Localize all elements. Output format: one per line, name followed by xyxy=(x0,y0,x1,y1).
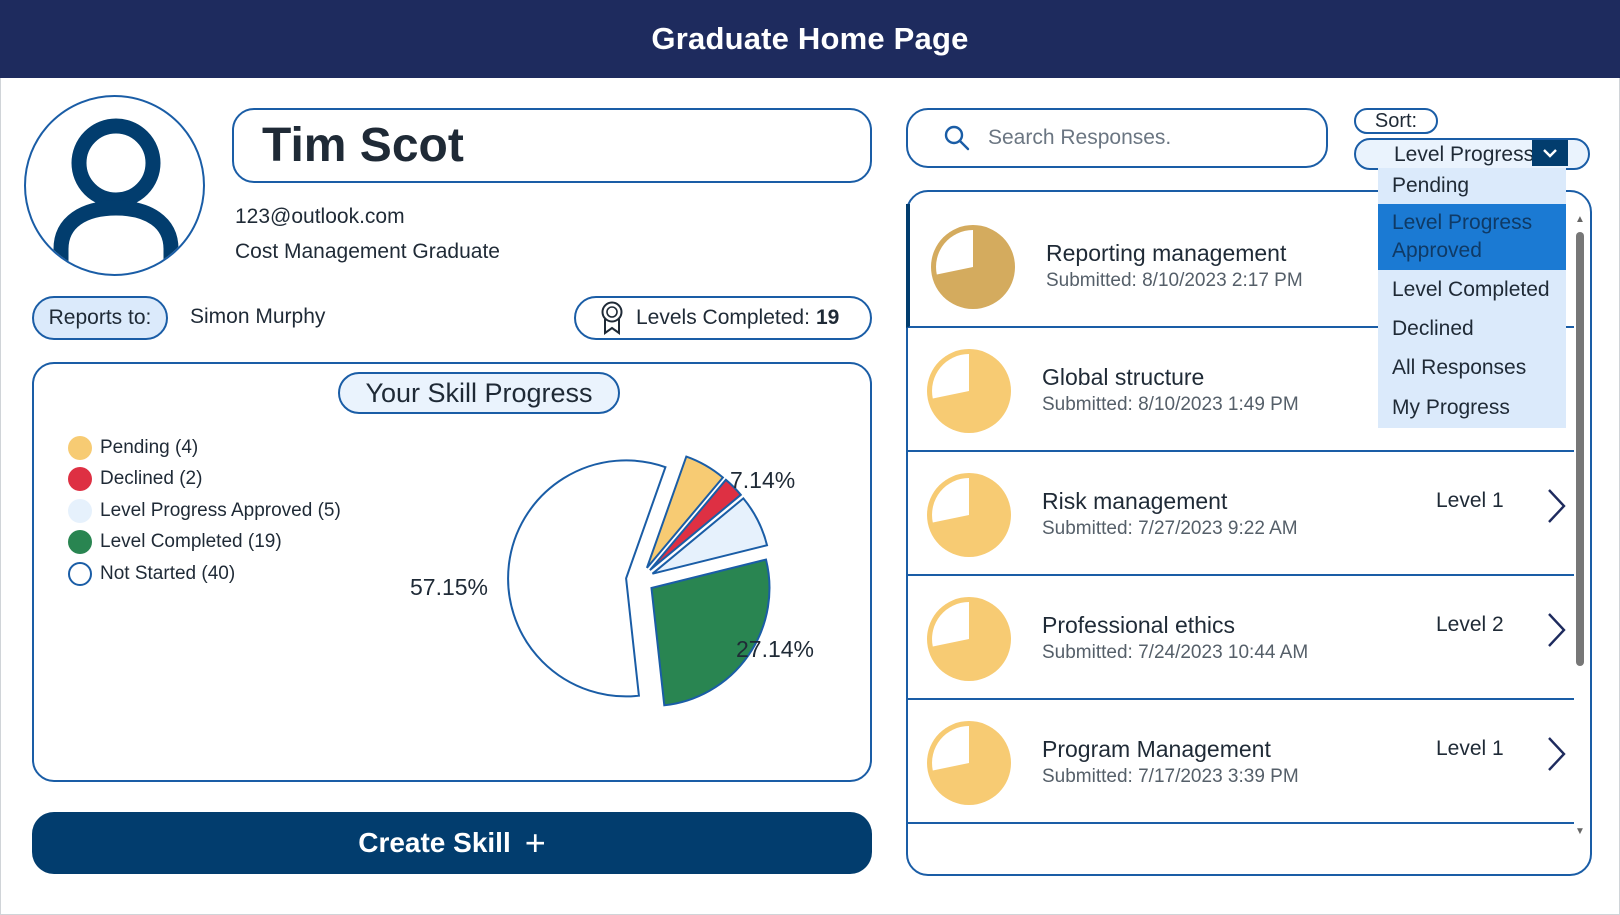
response-item[interactable]: Professional ethics Submitted: 7/24/2023… xyxy=(906,576,1574,700)
levels-completed-badge: Levels Completed: 19 xyxy=(574,296,872,340)
sort-option[interactable]: Declined xyxy=(1378,315,1566,343)
status-pie-icon xyxy=(927,473,1011,557)
legend-swatch xyxy=(68,435,92,460)
response-level: Level 1 xyxy=(1436,737,1504,760)
sort-option[interactable]: My Progress xyxy=(1378,394,1566,422)
response-submitted: Submitted: 7/24/2023 10:44 AM xyxy=(1042,642,1309,663)
chart-legend: Pending (4) Declined (2) Level Progress … xyxy=(68,432,341,590)
response-submitted: Submitted: 8/10/2023 2:17 PM xyxy=(1046,270,1303,291)
sort-option[interactable]: Level Completed xyxy=(1378,276,1566,304)
response-item[interactable]: Risk management Submitted: 7/27/2023 9:2… xyxy=(906,452,1574,576)
chevron-down-icon[interactable] xyxy=(1532,140,1568,166)
header-bar: Graduate Home Page xyxy=(0,0,1620,78)
user-email: 123@outlook.com xyxy=(235,205,405,228)
scroll-up-arrow[interactable]: ▲ xyxy=(1575,214,1585,225)
response-level: Level 1 xyxy=(1436,489,1504,512)
levels-completed-count: 19 xyxy=(815,306,840,329)
user-name: Tim Scot xyxy=(262,119,464,172)
scrollbar-thumb[interactable] xyxy=(1576,232,1584,666)
response-item[interactable]: Program Management Submitted: 7/17/2023 … xyxy=(906,700,1574,824)
legend-swatch xyxy=(68,530,92,555)
sort-selected-value: Level Progress Approved xyxy=(1394,143,1532,166)
response-submitted: Submitted: 7/17/2023 3:39 PM xyxy=(1042,766,1299,787)
response-title: Reporting management xyxy=(1046,240,1287,266)
chevron-right-icon[interactable] xyxy=(1546,612,1566,648)
sort-option-active[interactable]: Level Progress Approved xyxy=(1378,204,1566,270)
create-skill-button[interactable]: Create Skill + xyxy=(32,812,872,874)
status-pie-icon xyxy=(927,597,1011,681)
legend-label: Declined (2) xyxy=(100,468,203,490)
chevron-right-icon[interactable] xyxy=(1546,736,1566,772)
response-title: Risk management xyxy=(1042,488,1228,514)
response-submitted: Submitted: 7/27/2023 9:22 AM xyxy=(1042,518,1298,539)
award-icon xyxy=(601,301,623,335)
sort-dropdown-list: Pending Level Progress Approved Level Co… xyxy=(1378,168,1566,428)
user-icon xyxy=(53,118,179,274)
user-role: Cost Management Graduate xyxy=(235,240,500,263)
page-title: Graduate Home Page xyxy=(651,21,969,56)
response-title: Professional ethics xyxy=(1042,612,1236,638)
pie-data-label: 27.14% xyxy=(736,636,814,662)
chevron-right-icon[interactable] xyxy=(1546,488,1566,524)
legend-label: Pending (4) xyxy=(100,436,199,458)
pie-data-label: 57.15% xyxy=(410,574,488,600)
skill-progress-pie-chart: 7.14% 27.14% 57.15% xyxy=(410,455,814,707)
legend-item-completed: Level Completed (19) xyxy=(68,527,341,559)
plus-icon: + xyxy=(524,822,546,863)
legend-item-declined: Declined (2) xyxy=(68,464,341,496)
search-box[interactable] xyxy=(906,108,1328,168)
status-pie-icon xyxy=(931,225,1015,309)
sort-option[interactable]: Pending xyxy=(1378,172,1566,200)
skill-progress-title: Your Skill Progress xyxy=(338,372,620,414)
name-box: Tim Scot xyxy=(232,108,872,183)
legend-label: Level Progress Approved (5) xyxy=(100,499,341,521)
sort-option[interactable]: All Responses xyxy=(1378,354,1566,382)
scroll-down-arrow[interactable]: ▼ xyxy=(1575,826,1585,837)
legend-item-not-started: Not Started (40) xyxy=(68,558,341,590)
sort-label: Sort: xyxy=(1354,108,1438,134)
pie-data-label: 7.14% xyxy=(730,467,795,493)
create-skill-label: Create Skill xyxy=(358,827,511,858)
legend-label: Level Completed (19) xyxy=(100,531,282,553)
levels-completed-label: Levels Completed: xyxy=(636,306,810,329)
response-title: Program Management xyxy=(1042,736,1271,762)
avatar xyxy=(24,95,205,276)
response-submitted: Submitted: 8/10/2023 1:49 PM xyxy=(1042,394,1299,415)
status-pie-icon xyxy=(927,349,1011,433)
legend-swatch xyxy=(68,561,92,586)
legend-swatch xyxy=(68,498,92,523)
search-icon xyxy=(944,125,970,151)
legend-item-approved: Level Progress Approved (5) xyxy=(68,495,341,527)
status-pie-icon xyxy=(927,721,1011,805)
response-title: Global structure xyxy=(1042,364,1205,390)
pie-slice-not-started xyxy=(507,459,667,698)
legend-item-pending: Pending (4) xyxy=(68,432,341,464)
legend-label: Not Started (40) xyxy=(100,562,236,584)
pie-slice-level-completed xyxy=(650,558,771,707)
response-level: Level 2 xyxy=(1436,613,1504,636)
search-input[interactable] xyxy=(988,126,1308,150)
legend-swatch xyxy=(68,467,92,492)
reports-to-label: Reports to: xyxy=(32,296,168,340)
reports-to-name: Simon Murphy xyxy=(190,305,326,328)
